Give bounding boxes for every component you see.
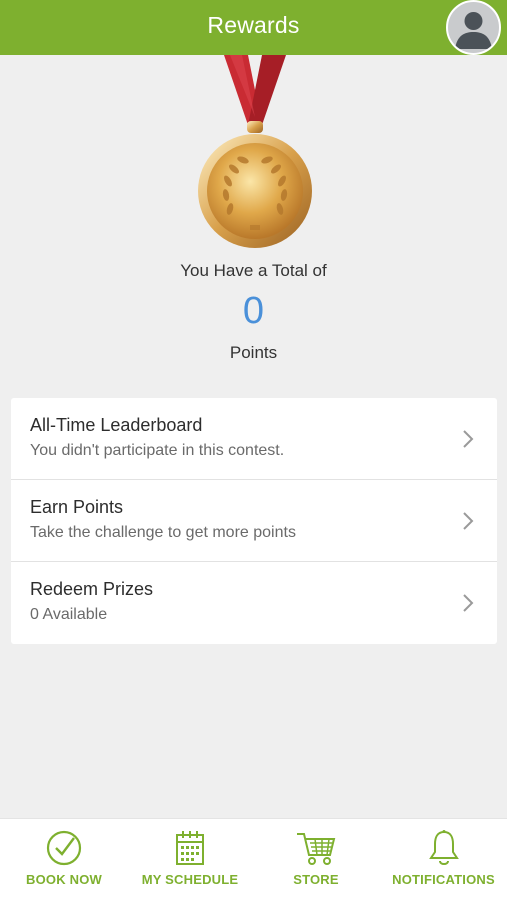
- bottom-tab-bar: BOOK NOW MY SCHEDULE STORE NOTIFICATIONS: [0, 818, 507, 900]
- chevron-right-icon: [463, 512, 474, 530]
- menu-item-redeem-prizes[interactable]: Redeem Prizes 0 Available: [11, 562, 497, 644]
- tab-notifications[interactable]: NOTIFICATIONS: [380, 819, 507, 900]
- tab-label: BOOK NOW: [26, 872, 102, 887]
- tab-my-schedule[interactable]: MY SCHEDULE: [128, 819, 252, 900]
- chevron-right-icon: [463, 430, 474, 448]
- tab-label: NOTIFICATIONS: [392, 872, 495, 887]
- tab-store[interactable]: STORE: [252, 819, 380, 900]
- points-total-label: You Have a Total of: [180, 261, 327, 280]
- points-unit-label: Points: [229, 343, 278, 362]
- top-bar: Rewards: [0, 0, 507, 55]
- rewards-screen: Rewards You Have a Total of 0 Points All…: [0, 0, 507, 900]
- menu-item-title: All-Time Leaderboard: [30, 415, 203, 435]
- chevron-right-icon: [463, 594, 474, 612]
- menu-item-title: Redeem Prizes: [30, 579, 154, 599]
- avatar[interactable]: [446, 0, 501, 55]
- user-icon: [455, 12, 492, 49]
- menu-item-subtitle: Take the challenge to get more points: [30, 524, 296, 541]
- points-value: 0: [242, 290, 265, 332]
- tab-label: STORE: [293, 872, 339, 887]
- tab-label: MY SCHEDULE: [141, 872, 239, 887]
- tab-book-now[interactable]: BOOK NOW: [0, 819, 128, 900]
- menu-item-leaderboard[interactable]: All-Time Leaderboard You didn't particip…: [11, 398, 497, 480]
- cart-icon: [297, 833, 336, 865]
- check-circle-icon: [46, 830, 82, 866]
- menu-item-subtitle: 0 Available: [30, 606, 108, 623]
- menu-item-title: Earn Points: [30, 497, 124, 517]
- medal-icon: [198, 55, 312, 248]
- page-title: Rewards: [207, 12, 300, 38]
- rewards-menu: All-Time Leaderboard You didn't particip…: [11, 398, 497, 644]
- bell-icon: [428, 830, 459, 865]
- menu-item-subtitle: You didn't participate in this contest.: [30, 442, 285, 459]
- menu-item-earn-points[interactable]: Earn Points Take the challenge to get mo…: [11, 480, 497, 562]
- calendar-icon: [176, 831, 204, 865]
